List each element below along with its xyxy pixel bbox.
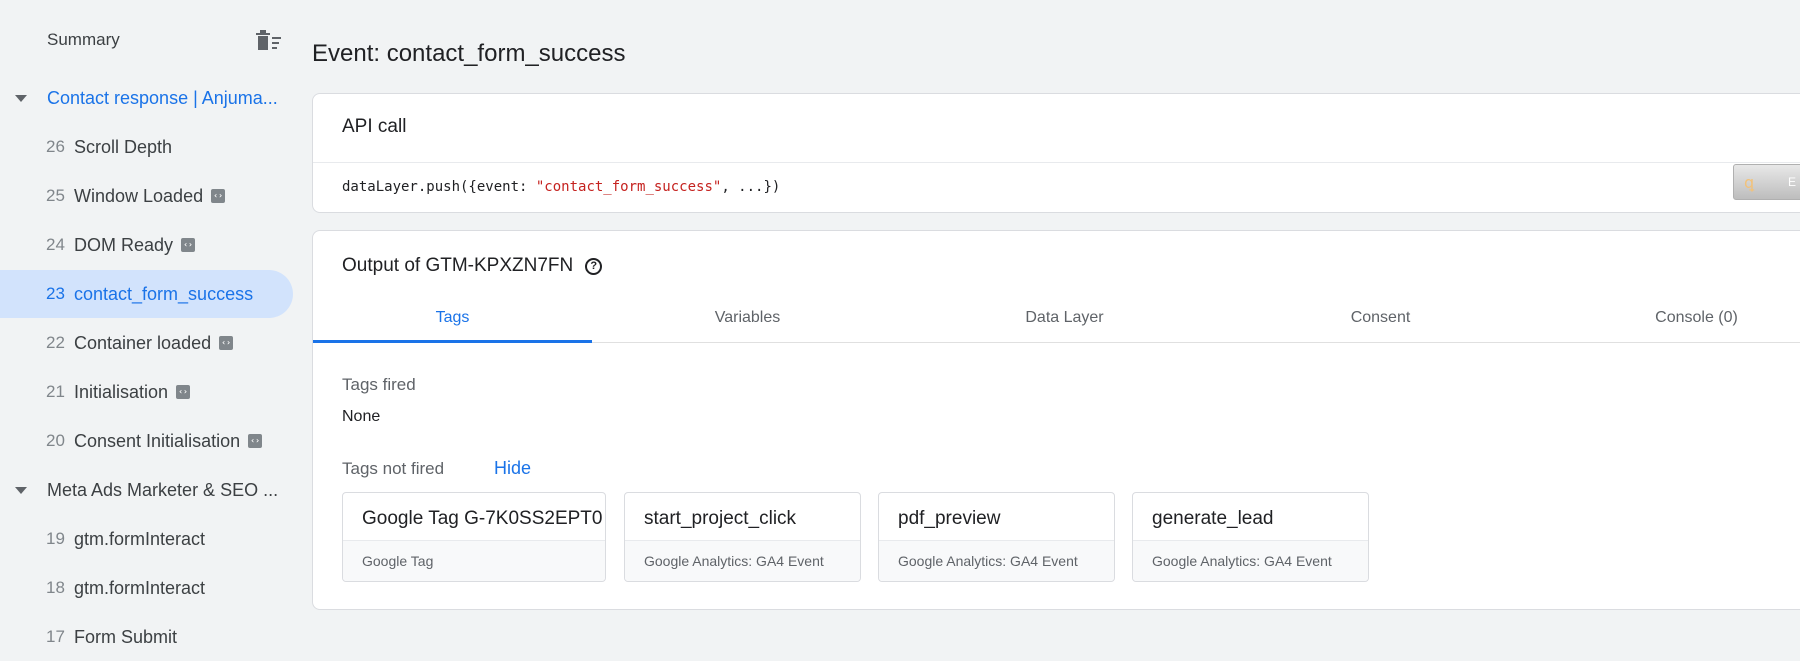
divider xyxy=(343,540,605,541)
hide-link[interactable]: Hide xyxy=(494,458,531,479)
divider xyxy=(313,162,1800,163)
tag-name: start_project_click xyxy=(644,508,797,529)
help-circle-icon[interactable]: ? xyxy=(585,257,603,275)
group-label: Meta Ads Marketer & SEO ... xyxy=(47,479,279,500)
sidebar-item-event-19[interactable]: 19 gtm.formInteract xyxy=(0,515,294,563)
output-title: Output of GTM-KPXZN7FN ? xyxy=(342,255,603,277)
group-label: Contact response | Anjuma... xyxy=(47,87,278,108)
event-label: Consent Initialisation ‹› xyxy=(74,431,263,452)
code-badge-icon: ‹› xyxy=(248,433,263,448)
event-label: contact_form_success xyxy=(74,283,254,304)
code-badge-icon: ‹› xyxy=(181,237,196,252)
tag-type: Google Analytics: GA4 Event xyxy=(644,553,824,569)
side-tab-text: E xyxy=(1788,175,1797,189)
sidebar-item-event-22[interactable]: 22 Container loaded ‹› xyxy=(0,319,294,367)
sidebar-item-event-24[interactable]: 24 DOM Ready ‹› xyxy=(0,221,294,269)
event-number: 26 xyxy=(46,137,65,156)
tags-fired-label: Tags fired xyxy=(342,375,416,394)
divider xyxy=(879,540,1114,541)
output-card: Output of GTM-KPXZN7FN ? Tags Variables … xyxy=(312,230,1800,610)
event-label: Scroll Depth xyxy=(74,136,173,157)
output-tabs: Tags Variables Data Layer Consent Consol… xyxy=(313,293,1800,343)
api-call-card: API call dataLayer.push({event: "contact… xyxy=(312,93,1800,213)
sidebar-summary[interactable]: Summary xyxy=(0,16,294,64)
event-label: gtm.formInteract xyxy=(74,528,206,549)
tab-data-layer[interactable]: Data Layer xyxy=(925,293,1204,343)
tag-card[interactable]: pdf_preview Google Analytics: GA4 Event xyxy=(878,492,1115,582)
sidebar: Summary Contact response | Anjuma... 26 … xyxy=(0,0,294,661)
code-badge-icon: ‹› xyxy=(211,188,226,203)
tag-name: Google Tag G-7K0SS2EPT0 xyxy=(362,508,603,529)
event-number: 17 xyxy=(46,627,65,646)
sidebar-item-event-18[interactable]: 18 gtm.formInteract xyxy=(0,564,294,612)
api-call-title: API call xyxy=(342,116,407,137)
page-title: Event: contact_form_success xyxy=(312,40,626,67)
output-title-text: Output of GTM-KPXZN7FN xyxy=(342,255,574,276)
tab-consent[interactable]: Consent xyxy=(1241,293,1520,343)
event-number: 24 xyxy=(46,235,65,254)
summary-label: Summary xyxy=(47,30,120,49)
tag-type: Google Analytics: GA4 Event xyxy=(1152,553,1332,569)
caret-down-icon[interactable] xyxy=(15,486,27,494)
tab-variables[interactable]: Variables xyxy=(608,293,887,343)
tag-card[interactable]: start_project_click Google Analytics: GA… xyxy=(624,492,861,582)
divider xyxy=(625,540,860,541)
caret-down-icon[interactable] xyxy=(15,94,27,102)
tags-not-fired-label: Tags not fired xyxy=(342,459,445,478)
tag-name: pdf_preview xyxy=(898,508,1001,529)
tag-type: Google Analytics: GA4 Event xyxy=(898,553,1078,569)
event-label: Initialisation ‹› xyxy=(74,382,191,403)
tag-name: generate_lead xyxy=(1152,508,1274,529)
event-number: 20 xyxy=(46,431,65,450)
event-number: 25 xyxy=(46,186,65,205)
divider xyxy=(1133,540,1368,541)
tags-fired-value: None xyxy=(342,408,381,425)
sidebar-item-event-20[interactable]: 20 Consent Initialisation ‹› xyxy=(0,417,294,465)
event-label: DOM Ready ‹› xyxy=(74,235,196,256)
sidebar-item-event-21[interactable]: 21 Initialisation ‹› xyxy=(0,368,294,416)
tab-tags[interactable]: Tags xyxy=(313,293,592,343)
sidebar-item-event-17[interactable]: 17 Form Submit xyxy=(0,613,294,661)
trash-icon[interactable] xyxy=(254,29,282,51)
sidebar-group-contact-response[interactable]: Contact response | Anjuma... xyxy=(0,74,294,122)
event-label: Form Submit xyxy=(74,626,178,647)
sidebar-item-event-23[interactable]: 23 contact_form_success xyxy=(0,270,293,318)
tab-console[interactable]: Console (0) xyxy=(1557,293,1800,343)
sidebar-group-meta-ads[interactable]: Meta Ads Marketer & SEO ... xyxy=(0,466,294,514)
sidebar-item-event-26[interactable]: 26 Scroll Depth xyxy=(0,123,294,171)
extension-icon: ꝗ xyxy=(1744,175,1755,192)
event-label: gtm.formInteract xyxy=(74,577,206,598)
event-number: 23 xyxy=(46,284,65,303)
event-number: 18 xyxy=(46,578,65,597)
event-label: Container loaded ‹› xyxy=(74,333,234,354)
sidebar-item-event-25[interactable]: 25 Window Loaded ‹› xyxy=(0,172,294,220)
tag-type: Google Tag xyxy=(362,553,434,569)
event-number: 19 xyxy=(46,529,65,548)
code-badge-icon: ‹› xyxy=(219,335,234,350)
event-number: 21 xyxy=(46,382,65,401)
extension-side-tab[interactable]: ꝗ E xyxy=(1733,164,1800,200)
code-badge-icon: ‹› xyxy=(176,384,191,399)
tag-card[interactable]: generate_lead Google Analytics: GA4 Even… xyxy=(1132,492,1369,582)
event-label: Window Loaded ‹› xyxy=(74,186,226,207)
api-call-code: dataLayer.push({event: "contact_form_suc… xyxy=(342,179,781,195)
tag-card[interactable]: Google Tag G-7K0SS2EPT0 Google Tag xyxy=(342,492,606,582)
event-number: 22 xyxy=(46,333,65,352)
